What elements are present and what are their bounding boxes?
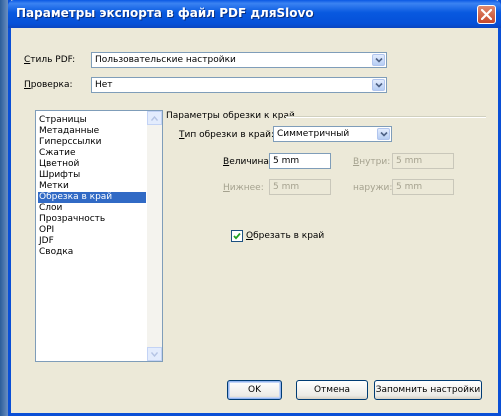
chevron-up-icon [151, 116, 158, 121]
bleed-type-label: Тип обрезки в край: [179, 130, 275, 140]
save-settings-button[interactable]: Запомнить настройки [374, 380, 482, 400]
trim-to-bleed-label[interactable]: Обрезать в край [246, 231, 324, 241]
list-item-metadata[interactable]: Метаданные [38, 126, 146, 137]
title-bar[interactable]: Параметры экспорта в файл PDF дляSlovo [8, 0, 501, 28]
chevron-down-icon [375, 57, 383, 63]
chevron-down-icon [375, 82, 383, 88]
list-item-summary[interactable]: Сводка [38, 247, 146, 258]
trim-to-bleed-checkbox[interactable] [231, 230, 243, 242]
list-item-pages[interactable]: Страницы [38, 115, 146, 126]
desktop-background [0, 0, 8, 416]
pdf-style-select[interactable]: Пользовательские настройки [91, 52, 387, 68]
inner-input[interactable]: 5 mm [392, 153, 454, 169]
outer-label: наружи: [353, 183, 393, 193]
ok-button[interactable]: OK [227, 380, 282, 400]
pdf-style-dropdown-button[interactable] [372, 54, 385, 66]
pdf-style-value: Пользовательские настройки [95, 55, 236, 65]
checkmark-icon [233, 232, 241, 240]
list-item-fonts[interactable]: Шрифты [38, 170, 146, 181]
close-button[interactable] [477, 5, 496, 24]
list-item-color[interactable]: Цветной [38, 159, 146, 170]
check-dropdown-button[interactable] [372, 79, 385, 91]
outer-input[interactable]: 5 mm [392, 179, 454, 195]
list-item-transparency[interactable]: Прозрачность [38, 214, 146, 225]
chevron-down-icon [380, 131, 388, 137]
bottom-input[interactable]: 5 mm [269, 179, 331, 195]
group-divider [286, 116, 486, 118]
list-item-opi[interactable]: OPI [38, 225, 146, 236]
window-title: Параметры экспорта в файл PDF дляSlovo [16, 6, 314, 20]
bleed-type-value: Симметричный [277, 129, 350, 139]
group-title: Параметры обрезки к край [166, 111, 295, 121]
scroll-down-button[interactable] [147, 347, 162, 361]
list-item-marks[interactable]: Метки [38, 181, 146, 192]
check-select[interactable]: Нет [91, 77, 387, 93]
list-item-jdf[interactable]: JDF [38, 236, 146, 247]
close-icon [481, 9, 492, 20]
list-item-compression[interactable]: Сжатие [38, 148, 146, 159]
bottom-label: Нижнее: [223, 183, 264, 193]
bleed-type-dropdown-button[interactable] [377, 128, 390, 140]
chevron-down-icon [151, 352, 158, 357]
list-scrollbar[interactable] [147, 111, 162, 361]
size-input[interactable]: 5 mm [269, 153, 331, 169]
bleed-type-select[interactable]: Симметричный [273, 126, 392, 142]
list-item-hyperlinks[interactable]: Гиперссылки [38, 137, 146, 148]
list-item-layers[interactable]: Слои [38, 203, 146, 214]
export-pdf-dialog: Параметры экспорта в файл PDF дляSlovo С… [8, 0, 501, 416]
size-label: Величина: [223, 157, 272, 167]
list-item-bleed[interactable]: Обрезка в край [38, 192, 146, 203]
check-label: Проверка: [24, 80, 73, 90]
cancel-button[interactable]: Отмена [296, 380, 368, 400]
scroll-up-button[interactable] [147, 111, 162, 125]
check-value: Нет [95, 80, 113, 90]
pdf-style-label: Стиль PDF: [24, 55, 76, 65]
inner-label: Внутри: [353, 157, 391, 167]
category-list[interactable]: Страницы Метаданные Гиперссылки Сжатие Ц… [35, 110, 163, 362]
